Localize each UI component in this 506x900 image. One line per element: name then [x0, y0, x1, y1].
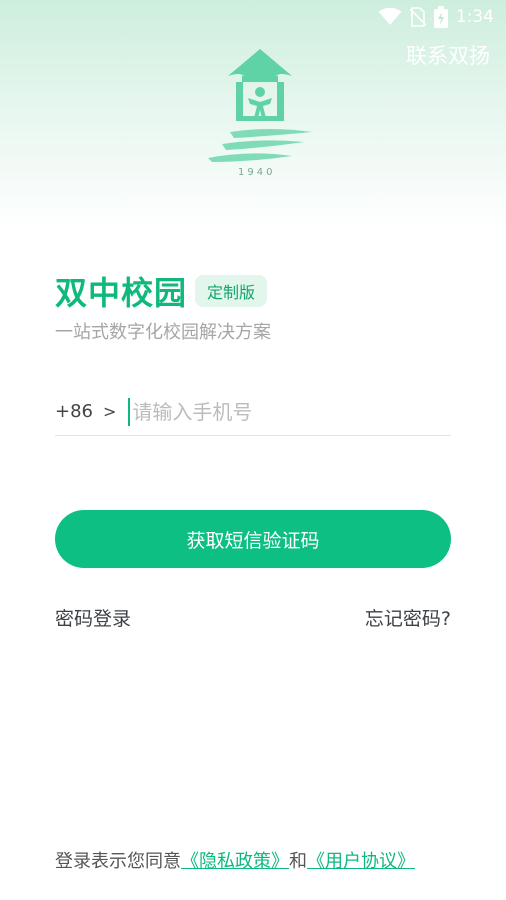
text-cursor — [128, 397, 131, 426]
chevron-right-icon[interactable]: > — [103, 402, 116, 421]
wifi-icon — [378, 8, 402, 26]
user-agreement-link[interactable]: 《用户协议》 — [307, 851, 415, 872]
app-subtitle: 一站式数字化校园解决方案 — [55, 322, 271, 343]
phone-number-input[interactable] — [132, 399, 451, 424]
status-time: 1:34 — [455, 7, 494, 27]
forgot-password-link[interactable]: 忘记密码? — [365, 604, 451, 631]
password-login-link[interactable]: 密码登录 — [55, 604, 131, 631]
app-title: 双中校园 — [55, 274, 188, 312]
country-code-selector[interactable]: +86 — [55, 401, 93, 422]
login-options-row: 密码登录 忘记密码? — [55, 604, 451, 631]
battery-charging-icon — [433, 6, 448, 28]
no-sim-icon — [409, 7, 426, 27]
logo-year: 1940 — [238, 167, 276, 178]
agreement-text: 登录表示您同意《隐私政策》和《用户协议》 — [55, 847, 415, 873]
contact-link[interactable]: 联系双扬 — [406, 40, 490, 70]
status-bar: 1:34 — [0, 0, 506, 34]
phone-input-row: +86 > — [55, 388, 451, 436]
app-title-row: 双中校园 定制版 — [55, 268, 268, 314]
edition-badge: 定制版 — [195, 275, 268, 307]
agreement-conjunction: 和 — [289, 851, 307, 872]
agreement-prefix: 登录表示您同意 — [55, 851, 181, 872]
school-logo: 1940 — [200, 46, 320, 186]
get-sms-code-button[interactable]: 获取短信验证码 — [55, 510, 451, 568]
privacy-policy-link[interactable]: 《隐私政策》 — [181, 851, 289, 872]
